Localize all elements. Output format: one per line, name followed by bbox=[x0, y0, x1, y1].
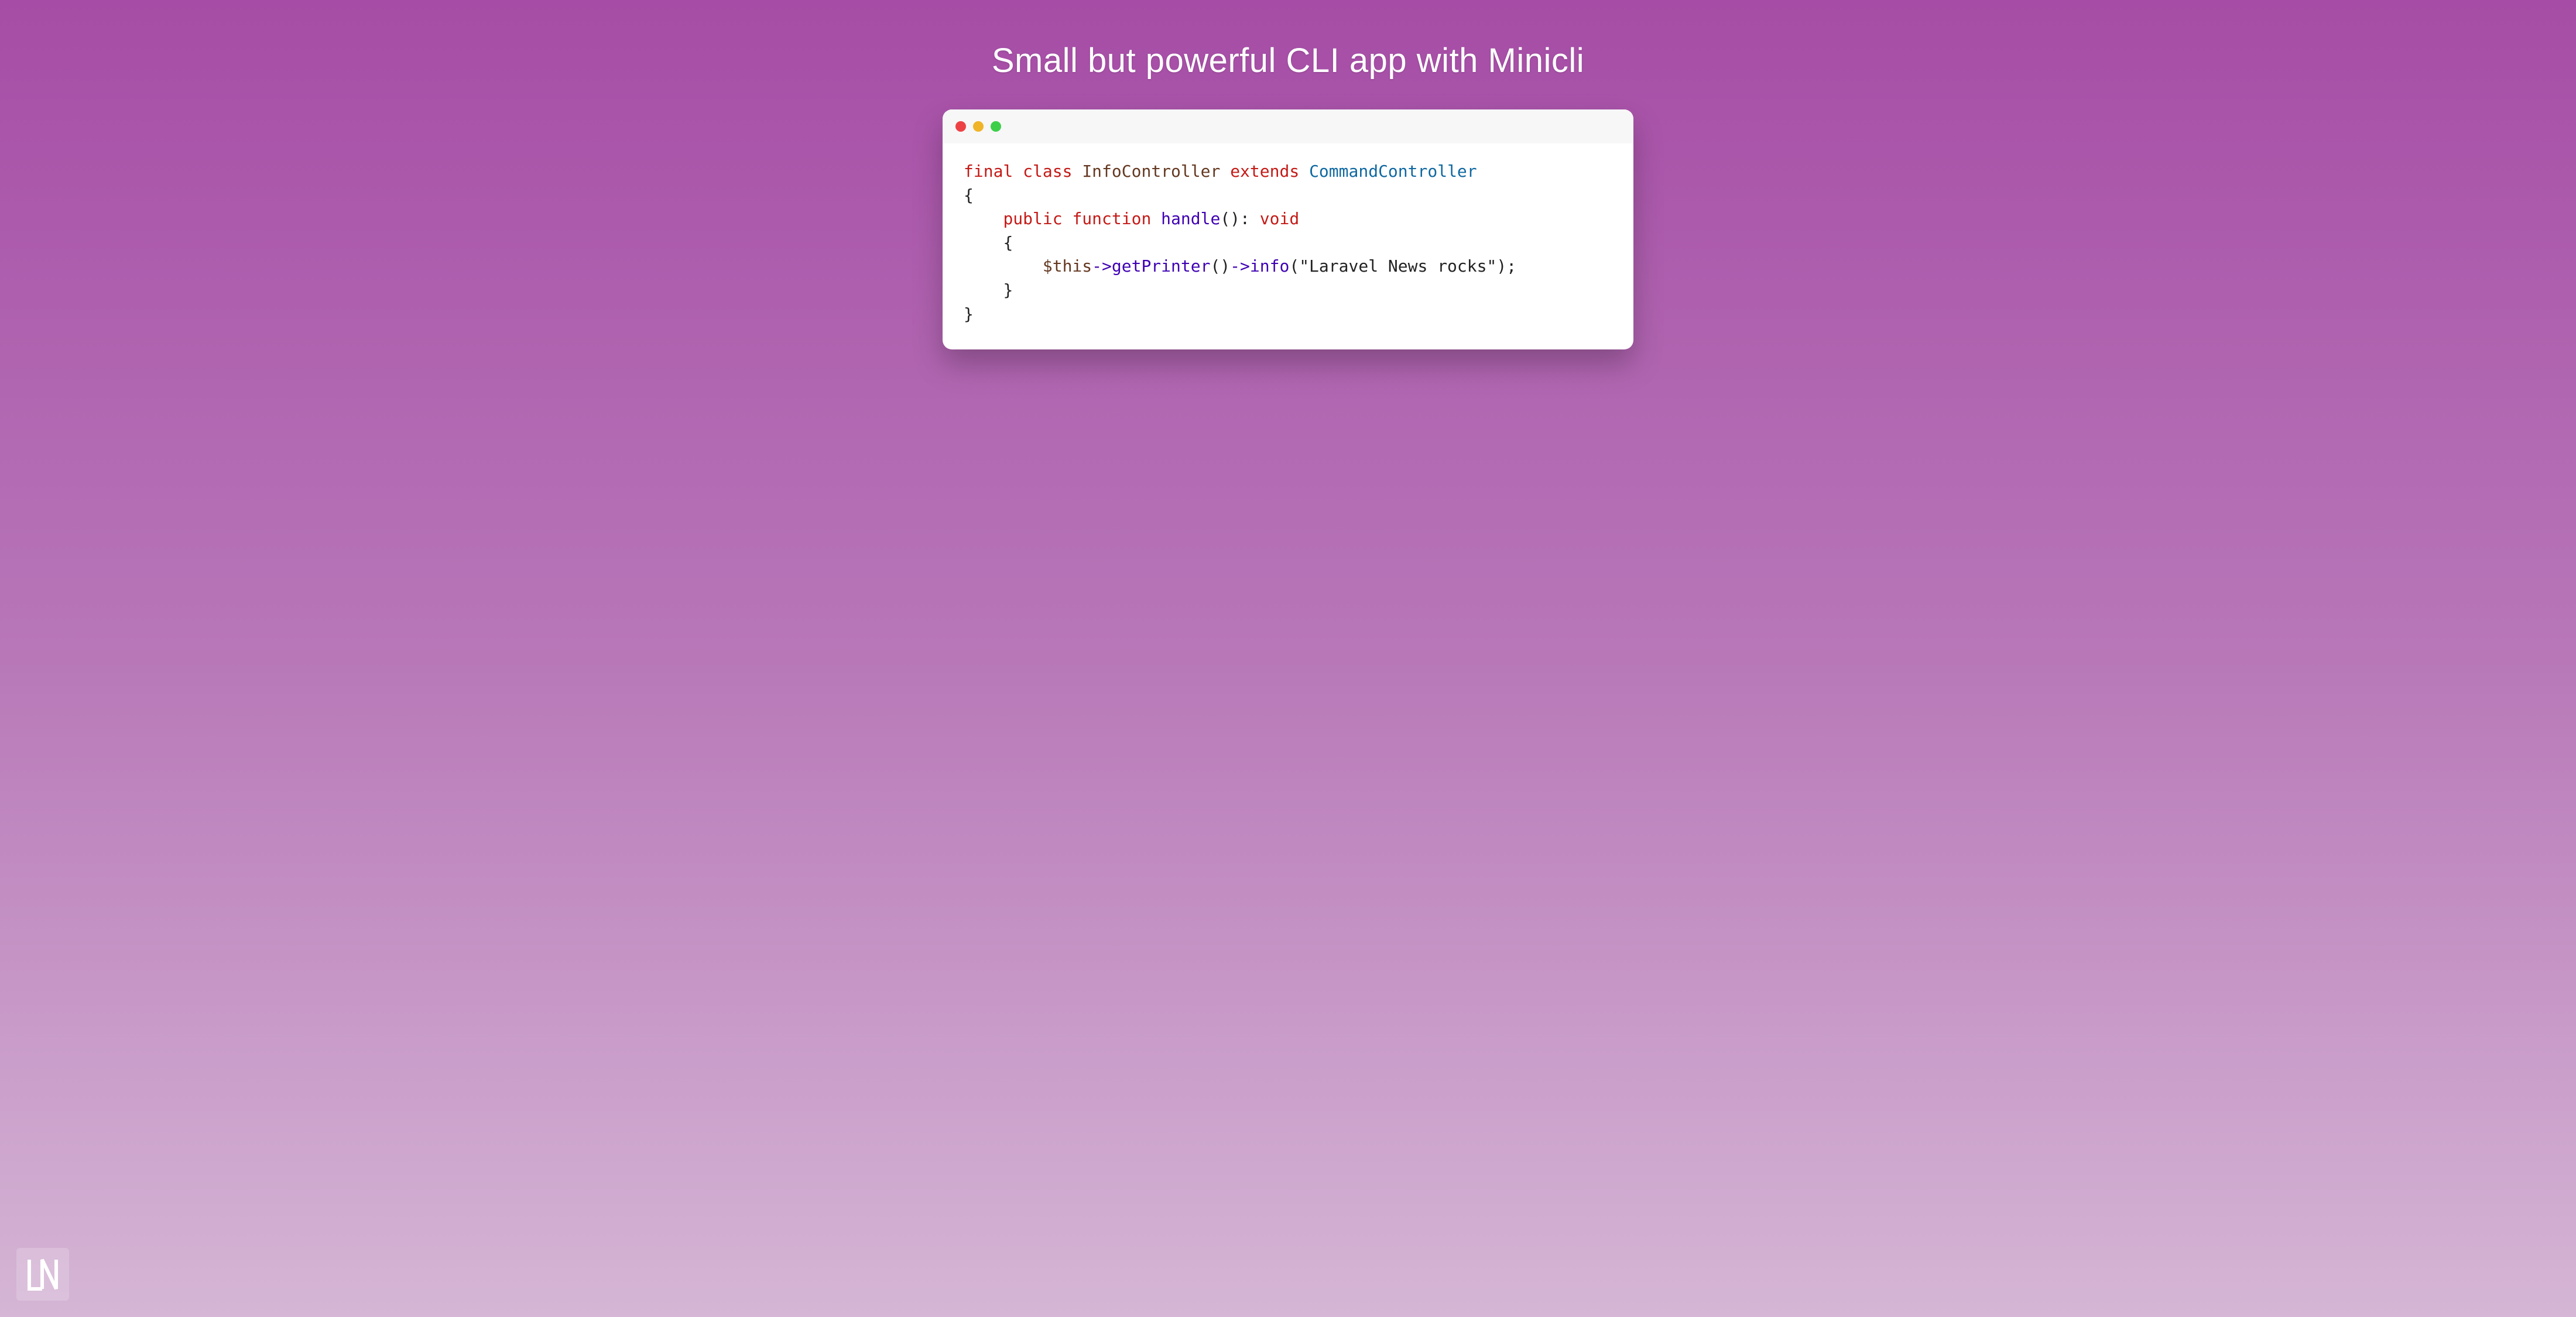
minimize-icon[interactable] bbox=[973, 121, 984, 132]
superclass-name: CommandController bbox=[1309, 162, 1477, 181]
arrow-op-2: -> bbox=[1230, 256, 1250, 276]
paren-open: ( bbox=[1289, 256, 1299, 276]
class-name: InfoController bbox=[1082, 162, 1220, 181]
paren-close: ) bbox=[1496, 256, 1506, 276]
brace-open: { bbox=[964, 186, 974, 205]
laravel-news-logo-icon bbox=[16, 1248, 69, 1301]
keyword-function: function bbox=[1072, 209, 1151, 228]
call-getprinter: getPrinter bbox=[1112, 256, 1211, 276]
arrow-op: -> bbox=[1092, 256, 1112, 276]
code-window: final class InfoController extends Comma… bbox=[943, 109, 1633, 349]
call-info: info bbox=[1250, 256, 1289, 276]
colon: : bbox=[1240, 209, 1250, 228]
keyword-final: final bbox=[964, 162, 1013, 181]
keyword-extends: extends bbox=[1230, 162, 1299, 181]
keyword-class: class bbox=[1023, 162, 1072, 181]
this-var: $this bbox=[1043, 256, 1092, 276]
string-literal: "Laravel News rocks" bbox=[1299, 256, 1496, 276]
semicolon: ; bbox=[1506, 256, 1516, 276]
return-type: void bbox=[1260, 209, 1299, 228]
code-block: final class InfoController extends Comma… bbox=[943, 143, 1633, 349]
inner-brace-open: { bbox=[1003, 233, 1013, 252]
paren-empty: () bbox=[1210, 256, 1230, 276]
brace-close: } bbox=[964, 304, 974, 324]
window-titlebar bbox=[943, 109, 1633, 143]
keyword-public: public bbox=[1003, 209, 1062, 228]
page-title: Small but powerful CLI app with Minicli bbox=[0, 0, 2576, 80]
maximize-icon[interactable] bbox=[991, 121, 1001, 132]
method-parens: () bbox=[1220, 209, 1240, 228]
close-icon[interactable] bbox=[955, 121, 966, 132]
method-name: handle bbox=[1161, 209, 1220, 228]
inner-brace-close: } bbox=[1003, 280, 1013, 300]
